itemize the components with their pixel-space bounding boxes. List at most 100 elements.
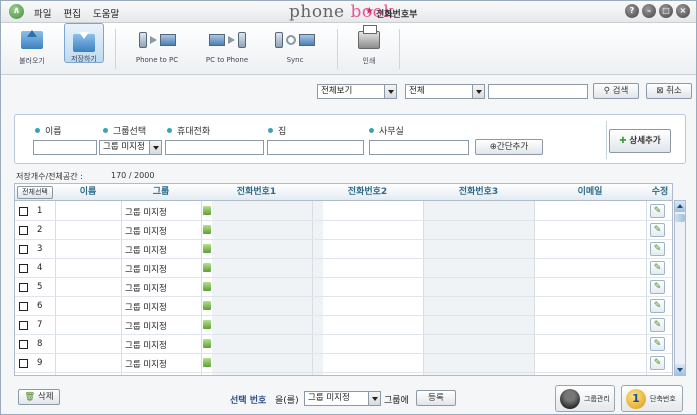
- close-icon[interactable]: ×: [676, 4, 690, 18]
- toolbar-divider: [115, 29, 116, 69]
- pc-to-phone-button[interactable]: PC to Phone: [199, 27, 255, 64]
- app-window: ∧ 파일 편집 도움말 phone book ★ 전화번호부 ? – □ × 불…: [0, 0, 697, 415]
- header-edit[interactable]: 수정: [646, 184, 672, 201]
- printer-icon: [351, 25, 387, 53]
- table-row[interactable]: 4 그룹 미지정 ✎: [15, 259, 672, 278]
- table-row[interactable]: 8 그룹 미지정 ✎: [15, 335, 672, 354]
- edit-icon[interactable]: ✎: [650, 204, 665, 218]
- delete-button[interactable]: 🗑 삭제: [18, 389, 60, 405]
- row-checkbox[interactable]: [19, 302, 28, 311]
- home-input[interactable]: [267, 140, 364, 155]
- bottom-bar: 🗑 삭제 선택 번호 을(를) 그룹 미지정 그룹에 등록 그룹관리 1 단축번…: [1, 382, 696, 414]
- group-manage-button[interactable]: 그룹관리: [555, 385, 615, 412]
- edit-icon[interactable]: ✎: [650, 223, 665, 237]
- group-select[interactable]: 그룹 미지정: [99, 140, 162, 155]
- phone-to-pc-button[interactable]: Phone to PC: [129, 27, 185, 64]
- search-input[interactable]: [488, 84, 588, 99]
- save-button[interactable]: 저장하기: [61, 23, 107, 76]
- row-checkbox[interactable]: [19, 340, 28, 349]
- select-all-button[interactable]: 전체선택: [17, 186, 53, 199]
- header-name[interactable]: 이름: [55, 184, 121, 201]
- detail-add-button[interactable]: ✚ 상세추가: [609, 129, 671, 153]
- header-phone3[interactable]: 전화번호3: [423, 184, 534, 201]
- menu-bar: 파일 편집 도움말: [34, 6, 119, 20]
- edit-icon[interactable]: ✎: [650, 337, 665, 351]
- toolbar: 불러오기 저장하기 Phone to PC PC to Phone Sync 인…: [1, 23, 696, 75]
- cancel-button-label: 취소: [666, 86, 682, 96]
- row-group: 그룹 미지정: [125, 341, 167, 351]
- table-row[interactable]: 1 그룹 미지정 ✎: [15, 202, 672, 221]
- speed-dial-button[interactable]: 1 단축번호: [621, 385, 683, 412]
- speed-dial-label: 단축번호: [650, 394, 676, 403]
- restore-icon[interactable]: □: [659, 4, 673, 18]
- table-row[interactable]: 9 그룹 미지정 ✎: [15, 354, 672, 373]
- row-number: 8: [37, 339, 43, 349]
- phone-icon: [203, 263, 211, 272]
- edit-icon[interactable]: ✎: [650, 242, 665, 256]
- load-button[interactable]: 불러오기: [9, 27, 55, 66]
- search-icon: ⚲: [603, 86, 610, 96]
- scroll-up-icon[interactable]: [675, 201, 685, 212]
- user-group-icon: [560, 388, 580, 409]
- mobile-input[interactable]: [165, 140, 264, 155]
- chevron-down-icon[interactable]: [149, 141, 161, 154]
- table-row[interactable]: 2 그룹 미지정 ✎: [15, 221, 672, 240]
- scroll-thumb[interactable]: [675, 214, 685, 222]
- help-icon[interactable]: ?: [625, 4, 639, 18]
- edit-icon[interactable]: ✎: [650, 261, 665, 275]
- row-group: 그룹 미지정: [125, 265, 167, 275]
- name-input[interactable]: [33, 140, 97, 155]
- chevron-down-icon[interactable]: [472, 85, 484, 98]
- edit-icon[interactable]: ✎: [650, 280, 665, 294]
- menu-file[interactable]: 파일: [34, 6, 51, 20]
- table-row[interactable]: 3 그룹 미지정 ✎: [15, 240, 672, 259]
- scroll-down-icon[interactable]: [675, 364, 685, 375]
- edit-icon[interactable]: ✎: [650, 356, 665, 370]
- minimize-icon[interactable]: –: [642, 4, 656, 18]
- target-group-select[interactable]: 그룹 미지정: [304, 391, 381, 406]
- row-checkbox[interactable]: [19, 207, 28, 216]
- search-row: 전체보기 전체 ⚲ 검색 ⊠ 취소: [1, 81, 696, 101]
- table-row[interactable]: 7 그룹 미지정 ✎: [15, 316, 672, 335]
- office-input[interactable]: [369, 140, 469, 155]
- search-button[interactable]: ⚲ 검색: [593, 83, 639, 99]
- edit-icon[interactable]: ✎: [650, 299, 665, 313]
- menu-help[interactable]: 도움말: [93, 6, 119, 20]
- row-checkbox[interactable]: [19, 359, 28, 368]
- chevron-down-icon[interactable]: [384, 85, 396, 98]
- print-button[interactable]: 인쇄: [351, 25, 387, 66]
- menu-edit[interactable]: 편집: [63, 6, 80, 20]
- header-email[interactable]: 이메일: [534, 184, 646, 201]
- sync-button[interactable]: Sync: [267, 27, 323, 64]
- row-checkbox[interactable]: [19, 283, 28, 292]
- app-logo-icon[interactable]: ∧: [9, 4, 24, 19]
- table-row[interactable]: 6 그룹 미지정 ✎: [15, 297, 672, 316]
- toolbar-divider: [399, 29, 400, 69]
- row-group: 그룹 미지정: [125, 322, 167, 332]
- group-suffix: 그룹에: [384, 396, 409, 406]
- name-field-label: 이름: [35, 124, 62, 137]
- row-checkbox[interactable]: [19, 264, 28, 273]
- save-label: 저장하기: [71, 55, 97, 63]
- table-scrollbar[interactable]: [674, 200, 686, 376]
- row-checkbox[interactable]: [19, 321, 28, 330]
- register-button[interactable]: 등록: [416, 390, 456, 406]
- phone-to-pc-icon: [129, 27, 185, 53]
- header-phone1[interactable]: 전화번호1: [201, 184, 312, 201]
- view-select[interactable]: 전체보기: [317, 84, 397, 99]
- print-label: 인쇄: [362, 57, 376, 65]
- row-checkbox[interactable]: [19, 245, 28, 254]
- header-phone2[interactable]: 전화번호2: [312, 184, 423, 201]
- row-number: 4: [37, 263, 43, 273]
- header-group[interactable]: 그룹: [121, 184, 201, 201]
- title-bar: ∧ 파일 편집 도움말 phone book ★ 전화번호부 ? – □ ×: [1, 1, 696, 23]
- chevron-down-icon[interactable]: [368, 392, 380, 405]
- edit-icon[interactable]: ✎: [650, 318, 665, 332]
- phone-to-pc-label: Phone to PC: [135, 56, 179, 64]
- row-checkbox[interactable]: [19, 226, 28, 235]
- scope-select[interactable]: 전체: [405, 84, 485, 99]
- table-row[interactable]: 5 그룹 미지정 ✎: [15, 278, 672, 297]
- cancel-button[interactable]: ⊠ 취소: [646, 83, 692, 99]
- quick-add-button[interactable]: ⊕간단추가: [475, 139, 543, 155]
- phone-icon: [203, 358, 211, 367]
